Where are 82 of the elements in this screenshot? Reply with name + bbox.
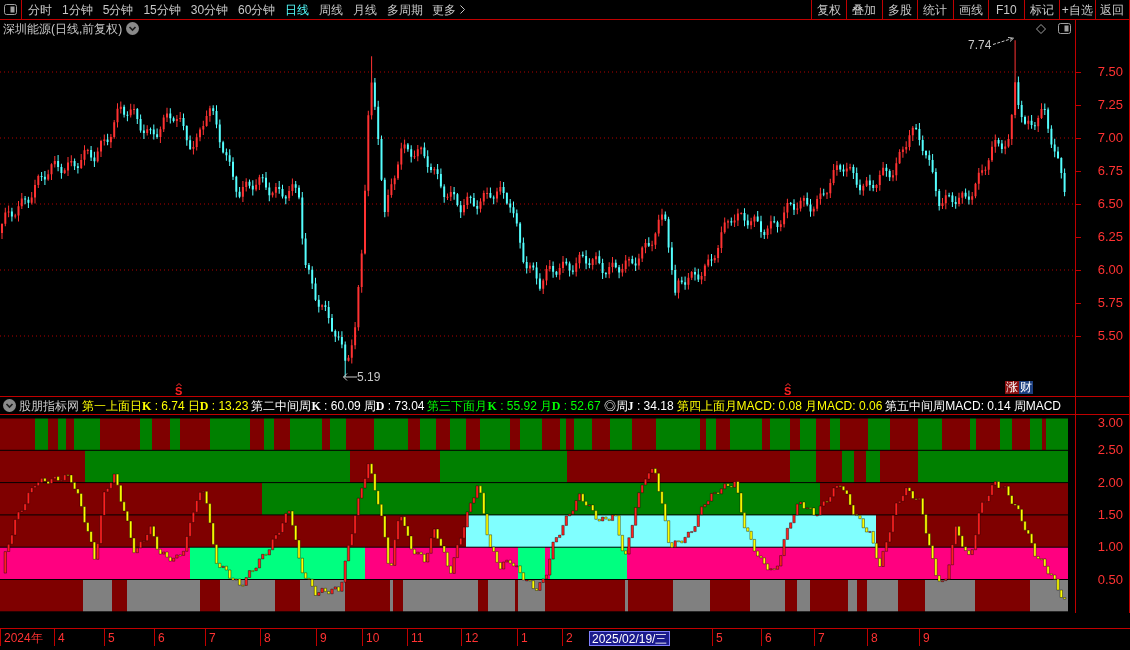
toolbar-button[interactable]: 多股 (881, 0, 917, 19)
date-label: 5 (104, 629, 115, 646)
dropdown-icon[interactable] (126, 22, 140, 35)
panel-toggle-icon[interactable] (4, 4, 17, 15)
indicator-name: 股朋指标网 (19, 399, 79, 412)
dropdown-icon[interactable] (3, 399, 16, 412)
period-tab[interactable]: 5分钟 (101, 1, 135, 18)
period-tab[interactable]: 多周期 (386, 1, 425, 18)
legend-value: 月D : 52.67 (539, 399, 601, 412)
legend-value: 第五中间周MACD: 0.14 (885, 399, 1011, 412)
period-tab[interactable]: 分时 (27, 1, 53, 18)
date-label: 10 (362, 629, 380, 646)
date-label: 8 (867, 629, 878, 646)
caret-icon (175, 383, 182, 386)
date-label: 2024年 (0, 629, 43, 646)
arrow-icon (993, 37, 1014, 45)
date-label: 9 (919, 629, 930, 646)
axis-label: 1.00 (1097, 540, 1123, 554)
chart-title: 深圳能源(日线,前复权) (3, 22, 123, 35)
period-tab[interactable]: 30分钟 (189, 1, 230, 18)
caret-icon (784, 383, 791, 386)
toolbar-button[interactable]: F10 (988, 0, 1024, 19)
date-label: 5 (712, 629, 723, 646)
axis-label: 5.50 (1097, 329, 1123, 342)
period-tab[interactable]: 月线 (352, 1, 379, 18)
axis-label: 7.25 (1097, 98, 1123, 111)
legend-value: 第二中间周K : 60.09 (251, 399, 361, 412)
legend-value: 日D : 13.23 (187, 399, 249, 412)
legend-value: 月MACD: 0.06 (804, 399, 883, 412)
axis-label: 6.00 (1097, 263, 1123, 276)
tag-label: 财 (1019, 381, 1033, 394)
toolbar-button[interactable]: 标记 (1023, 0, 1059, 19)
toolbar-button[interactable]: 画线 (952, 0, 988, 19)
signal-label: S (175, 386, 183, 397)
tag-label: 涨 (1005, 381, 1019, 394)
date-label: 2 (562, 629, 573, 646)
legend-value: 第一上面日K : 6.74 (82, 399, 185, 412)
period-tab[interactable]: 周线 (318, 1, 345, 18)
arrow-icon (343, 373, 357, 381)
high-price-label: 7.74 (968, 39, 992, 51)
date-label: 7 (205, 629, 216, 646)
date-label: 8 (260, 629, 271, 646)
axis-label: 2.50 (1097, 443, 1123, 457)
date-label: 6 (154, 629, 165, 646)
axis-label: 7.00 (1097, 131, 1123, 144)
axis-label: 2.00 (1097, 475, 1123, 489)
legend-value: 周D : 73.04 (363, 399, 425, 412)
chevron-right-icon (460, 5, 466, 14)
more-button[interactable]: 更多 (432, 1, 466, 18)
legend-value: ◎周J : 34.18 (603, 399, 674, 412)
toolbar-button[interactable]: 叠加 (846, 0, 882, 19)
legend-value: 周MACD (1013, 399, 1061, 412)
period-tab[interactable]: 1分钟 (61, 1, 94, 18)
toolbar-button[interactable]: 复权 (810, 0, 846, 19)
date-label: 9 (316, 629, 327, 646)
panel-toggle-icon[interactable] (1058, 23, 1071, 34)
low-price-label: 5.19 (357, 371, 381, 383)
date-label: 6 (761, 629, 772, 646)
date-label: 4 (54, 629, 65, 646)
axis-label: 1.50 (1097, 507, 1123, 521)
axis-label: 5.75 (1097, 296, 1123, 309)
legend-value: 第三下面月K : 55.92 (427, 399, 537, 412)
period-tab[interactable]: 日线 (284, 1, 311, 18)
axis-label: 0.50 (1097, 572, 1123, 586)
date-label: 7 (814, 629, 825, 646)
legend-value: 第四上面月MACD: 0.08 (676, 399, 802, 412)
axis-label: 6.50 (1097, 197, 1123, 210)
period-tab[interactable]: 60分钟 (237, 1, 277, 18)
toolbar-button[interactable]: +自选 (1059, 0, 1095, 19)
axis-label: 6.75 (1097, 164, 1123, 177)
diamond-icon[interactable] (1036, 23, 1046, 34)
date-label: 12 (461, 629, 479, 646)
toolbar-button[interactable]: 返回 (1094, 0, 1130, 19)
axis-label: 7.50 (1097, 65, 1123, 78)
date-label: 1 (517, 629, 528, 646)
period-tab[interactable]: 15分钟 (142, 1, 182, 18)
cursor-date-label: 2025/02/19/三 (589, 631, 671, 646)
date-label: 11 (407, 629, 424, 646)
toolbar-button[interactable]: 统计 (917, 0, 953, 19)
axis-label: 6.25 (1097, 230, 1123, 243)
signal-label: S (784, 386, 792, 397)
axis-label: 3.00 (1097, 416, 1123, 429)
